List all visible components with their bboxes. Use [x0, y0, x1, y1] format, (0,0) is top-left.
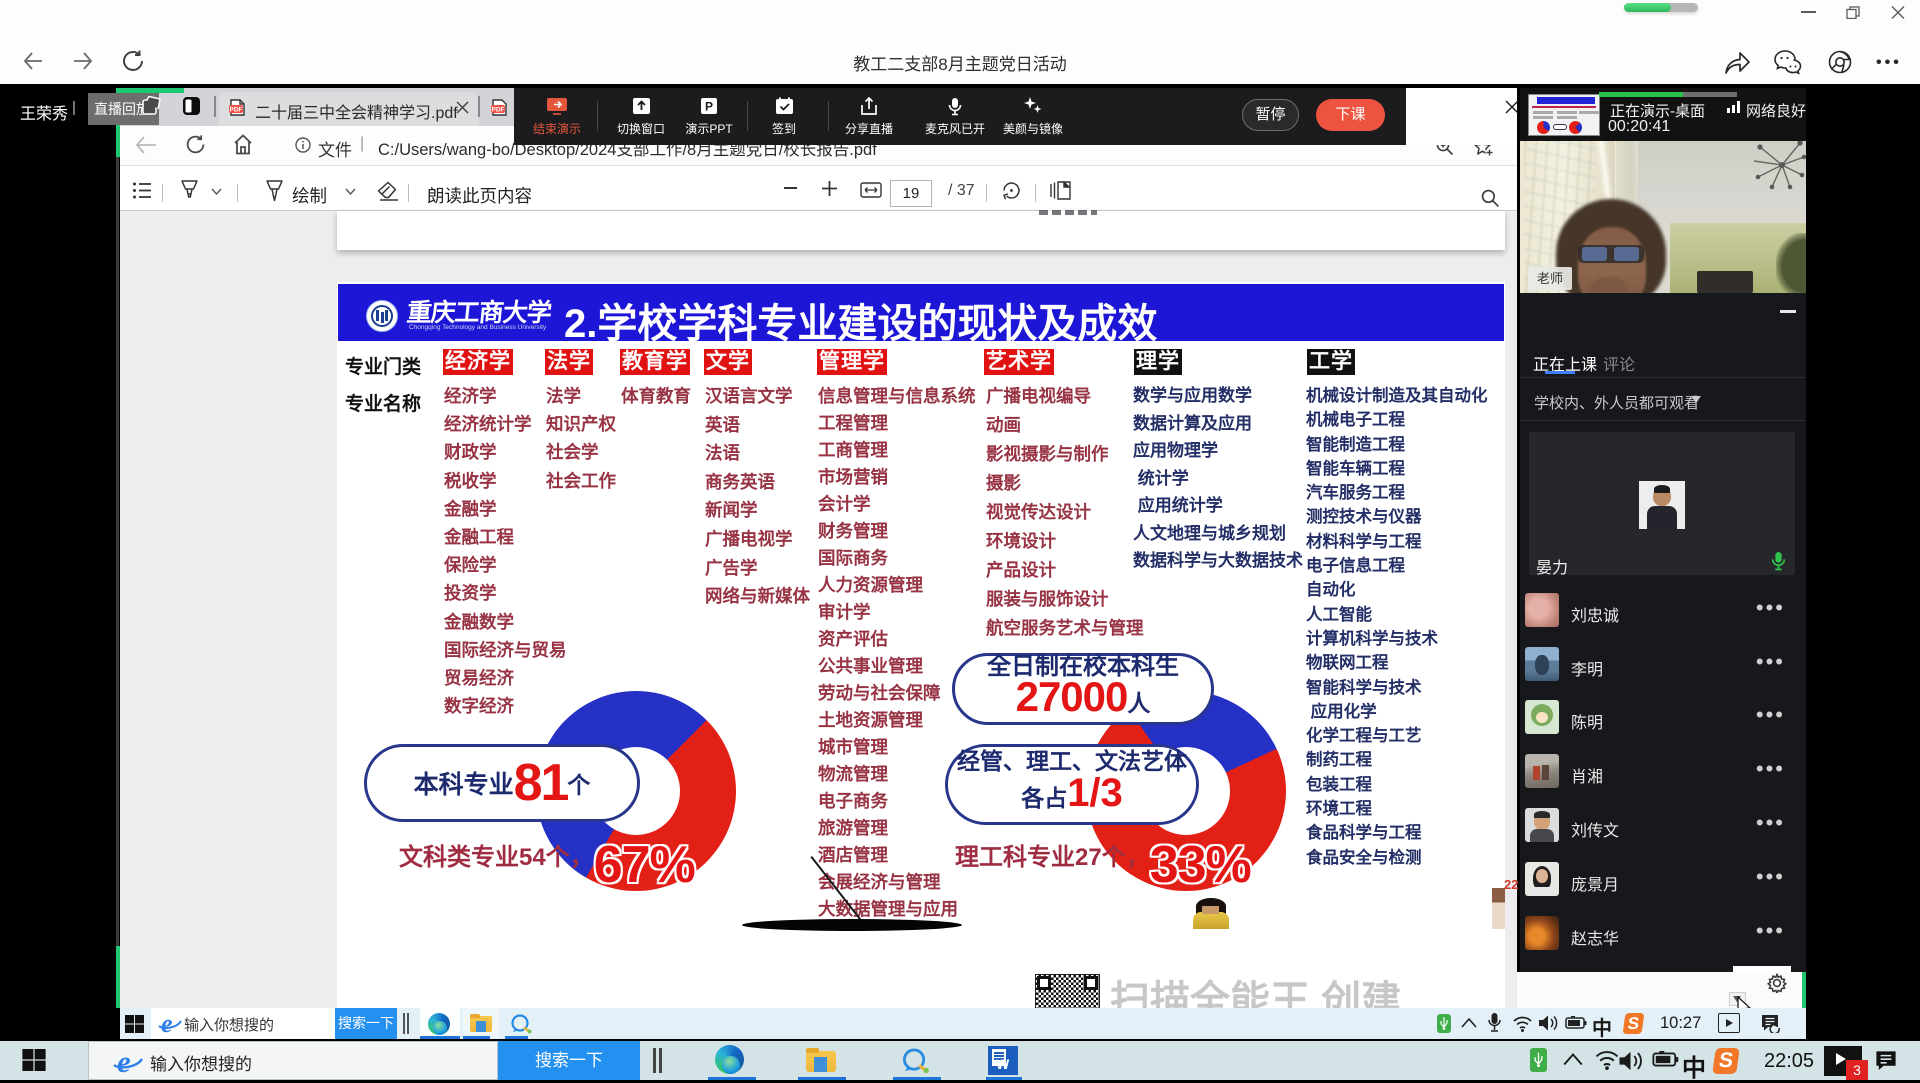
svg-text:e: e	[161, 1009, 173, 1037]
svg-text:P: P	[705, 100, 713, 114]
svg-text:PDF: PDF	[230, 106, 243, 113]
svg-text:e: e	[117, 1045, 131, 1078]
svg-text:PDF: PDF	[492, 106, 505, 113]
